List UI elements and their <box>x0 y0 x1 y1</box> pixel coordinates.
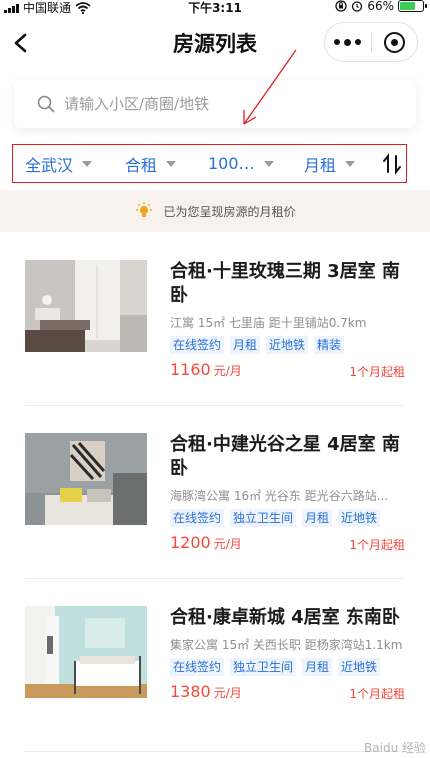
divider <box>25 751 405 752</box>
listing-photo <box>25 260 147 352</box>
listing-price-row: 1200 元/月 1个月起租 <box>170 533 405 555</box>
listing-info: 合租·康卓新城 4居室 东南卧 集家公寓 15㎡ 关西长职 距杨家湾站1.1km… <box>170 606 405 704</box>
filter-rent-type-label: 合租 <box>125 155 158 175</box>
listing-title: 合租·十里玫瑰三期 3居室 南卧 <box>170 261 400 306</box>
filter-bar: 全武汉 合租 100… 月租 <box>12 144 407 183</box>
listing-price-value: 1200 <box>170 533 211 552</box>
notice-text: 已为您呈现房源的月租价 <box>163 204 296 219</box>
listing-price-unit: 元/月 <box>213 364 242 378</box>
listing-lease-term: 1个月起租 <box>349 365 405 379</box>
close-mini-program-icon[interactable] <box>371 23 417 61</box>
listing-price-value: 1380 <box>170 682 211 701</box>
listing-card[interactable]: 合租·康卓新城 4居室 东南卧 集家公寓 15㎡ 关西长职 距杨家湾站1.1km… <box>25 606 405 756</box>
status-bar: 中国联通 下午3:11 66% <box>0 0 430 15</box>
listing-tag: 月租 <box>230 336 261 354</box>
listing-tag: 在线签约 <box>170 509 225 527</box>
listing-card[interactable]: 合租·中建光谷之星 4居室 南卧 海豚湾公寓 16㎡ 光谷东 距光谷六路站...… <box>25 433 405 583</box>
caret-down-icon <box>166 160 177 167</box>
listing-price: 1160 元/月 <box>170 360 242 379</box>
listing-tag: 独立卫生间 <box>230 509 297 527</box>
listing-tag: 在线签约 <box>170 336 225 354</box>
caret-down-icon <box>345 160 356 167</box>
caret-down-icon <box>263 160 274 167</box>
listing-lease-term: 1个月起租 <box>349 687 405 701</box>
listing-title: 合租·康卓新城 4居室 东南卧 <box>170 607 400 628</box>
filter-region-label: 全武汉 <box>25 155 74 175</box>
watermark: Baidu 经验 <box>364 741 426 755</box>
price-notice: 已为您呈现房源的月租价 <box>0 190 430 232</box>
lightbulb-icon <box>136 202 153 217</box>
listing-title: 合租·中建光谷之星 4居室 南卧 <box>170 434 400 479</box>
listing-tag: 近地铁 <box>266 336 309 354</box>
nav-bar: 房源列表 <box>0 18 430 68</box>
filter-price-label: 100… <box>208 154 255 173</box>
listing-tag: 独立卫生间 <box>230 658 297 676</box>
listing-info: 合租·十里玫瑰三期 3居室 南卧 江寓 15㎡ 七里庙 距十里铺站0.7km 在… <box>170 260 405 382</box>
search-input[interactable] <box>64 95 364 113</box>
filter-region[interactable]: 全武汉 <box>25 145 93 182</box>
caret-down-icon <box>82 160 93 167</box>
search-icon <box>37 95 55 113</box>
listing-tag: 近地铁 <box>338 509 381 527</box>
alarm-icon <box>352 1 363 12</box>
orientation-lock-icon <box>335 0 347 12</box>
listing-meta: 集家公寓 15㎡ 关西长职 距杨家湾站1.1km <box>170 638 403 652</box>
listing-card[interactable]: 合租·十里玫瑰三期 3居室 南卧 江寓 15㎡ 七里庙 距十里铺站0.7km 在… <box>25 260 405 410</box>
listing-meta: 江寓 15㎡ 七里庙 距十里铺站0.7km <box>170 316 367 330</box>
status-right: 66% <box>335 0 427 13</box>
battery-icon <box>398 0 427 12</box>
listing-price-unit: 元/月 <box>213 686 242 700</box>
more-options-icon[interactable] <box>325 23 371 61</box>
listing-info: 合租·中建光谷之星 4居室 南卧 海豚湾公寓 16㎡ 光谷东 距光谷六路站...… <box>170 433 405 555</box>
filter-lease-label: 月租 <box>304 155 337 175</box>
battery-percent: 66% <box>367 0 394 13</box>
listing-meta: 海豚湾公寓 16㎡ 光谷东 距光谷六路站... <box>170 489 389 503</box>
search-box[interactable] <box>14 80 416 128</box>
listing-tags: 在线签约 独立卫生间 月租 近地铁 <box>170 509 405 527</box>
listing-price-value: 1160 <box>170 360 211 379</box>
listing-price-row: 1160 元/月 1个月起租 <box>170 360 405 382</box>
listing-tag: 近地铁 <box>338 658 381 676</box>
listing-lease-term: 1个月起租 <box>349 538 405 552</box>
listing-price: 1380 元/月 <box>170 682 242 701</box>
filter-price[interactable]: 100… <box>208 145 274 182</box>
listing-price-row: 1380 元/月 1个月起租 <box>170 682 405 704</box>
divider <box>25 578 405 579</box>
sort-icon[interactable] <box>381 153 403 175</box>
divider <box>25 405 405 406</box>
listing-price: 1200 元/月 <box>170 533 242 552</box>
listing-tag: 月租 <box>302 658 333 676</box>
listing-tag: 精装 <box>314 336 345 354</box>
mini-program-capsule <box>324 22 418 62</box>
listing-price-unit: 元/月 <box>213 537 242 551</box>
listing-photo <box>25 606 147 698</box>
listing-tags: 在线签约 月租 近地铁 精装 <box>170 336 405 354</box>
filter-rent-type[interactable]: 合租 <box>125 145 177 182</box>
listing-tag: 在线签约 <box>170 658 225 676</box>
listing-tag: 月租 <box>302 509 333 527</box>
listing-tags: 在线签约 独立卫生间 月租 近地铁 <box>170 658 405 676</box>
listing-photo <box>25 433 147 525</box>
filter-lease[interactable]: 月租 <box>304 145 356 182</box>
